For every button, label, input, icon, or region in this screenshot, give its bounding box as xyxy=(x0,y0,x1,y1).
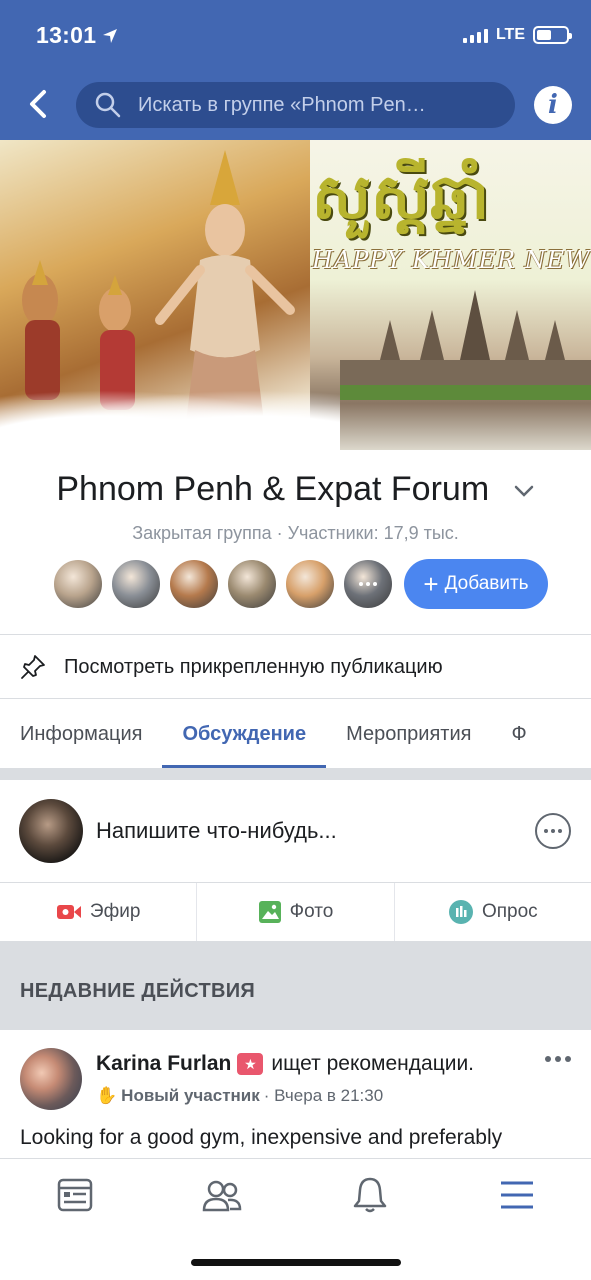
hamburger-menu-icon xyxy=(501,1181,533,1209)
avatar xyxy=(19,799,83,863)
avatar[interactable] xyxy=(52,558,104,610)
avatar[interactable] xyxy=(226,558,278,610)
status-bar: 13:01 LTE xyxy=(0,0,591,72)
location-arrow-icon xyxy=(103,28,118,43)
cover-title: សួស្តីឆ្នាំ xyxy=(312,160,490,233)
post-time[interactable]: · Вчера в 21:30 xyxy=(264,1086,383,1106)
info-button[interactable]: i xyxy=(534,86,572,124)
composer-placeholder: Напишите что-нибудь... xyxy=(96,818,337,843)
avatar[interactable] xyxy=(20,1048,82,1110)
wave-icon: ✋ xyxy=(96,1086,118,1105)
news-feed-tab[interactable] xyxy=(53,1173,97,1217)
pinned-post-link[interactable]: Посмотреть прикрепленную публикацию xyxy=(0,636,591,698)
search-icon xyxy=(95,92,121,118)
post-action: ищет рекомендации. xyxy=(271,1052,475,1075)
group-name[interactable]: Phnom Penh & Expat Forum xyxy=(0,470,591,509)
poll-icon xyxy=(448,900,473,924)
battery-icon xyxy=(533,26,572,44)
avatar[interactable] xyxy=(168,558,220,610)
plus-icon: + xyxy=(423,569,439,599)
photo-icon xyxy=(258,901,281,923)
poll-button[interactable]: Опрос xyxy=(395,883,591,941)
pin-icon xyxy=(21,655,45,679)
network-label: LTE xyxy=(495,26,525,43)
post-options-icon[interactable] xyxy=(545,1056,571,1062)
news-feed-icon xyxy=(57,1178,93,1212)
group-tabs: Информация Обсуждение Мероприятия Ф xyxy=(0,700,591,768)
notifications-tab[interactable] xyxy=(348,1173,392,1217)
search-input[interactable]: Искать в группе «Phnom Pen… xyxy=(76,82,515,128)
chevron-down-icon[interactable] xyxy=(513,484,535,498)
post-composer[interactable]: Напишите что-нибудь... xyxy=(0,780,591,882)
tab-info[interactable]: Информация xyxy=(0,700,162,768)
angkor-wat-illustration xyxy=(340,290,591,400)
cover-subtitle: HAPPY KHMER NEW Y xyxy=(312,246,591,274)
live-button[interactable]: Эфир xyxy=(0,883,198,941)
groups-tab[interactable] xyxy=(200,1173,244,1217)
groups-icon xyxy=(202,1180,242,1212)
avatar[interactable] xyxy=(284,558,336,610)
group-meta: Закрытая группа · Участники: 17,9 тыс. xyxy=(132,523,459,543)
tab-more[interactable]: Ф xyxy=(491,700,546,768)
more-members-avatar[interactable] xyxy=(342,558,394,610)
back-button[interactable] xyxy=(22,84,54,124)
status-indicators: LTE xyxy=(462,26,572,44)
info-icon: i xyxy=(548,90,558,120)
photo-button[interactable]: Фото xyxy=(197,883,395,941)
member-avatars[interactable]: + Добавить xyxy=(52,558,548,610)
recommendation-badge-icon: ★ xyxy=(237,1053,264,1075)
post-text: Looking for a good gym, inexpensive and … xyxy=(20,1126,503,1149)
tab-discussion[interactable]: Обсуждение xyxy=(162,700,326,768)
recent-activity-heading: НЕДАВНИЕ ДЕЙСТВИЯ xyxy=(0,952,591,1030)
video-camera-icon xyxy=(56,905,81,919)
status-time: 13:01 xyxy=(36,22,118,49)
add-member-button[interactable]: + Добавить xyxy=(404,559,548,609)
chevron-left-icon xyxy=(30,90,46,118)
signal-icon xyxy=(462,27,488,43)
composer-actions: Эфир Фото Опрос xyxy=(0,883,591,941)
more-options-icon[interactable] xyxy=(535,813,571,849)
top-bar: 13:01 LTE Искать в группе «Phnom Pen… i xyxy=(0,0,591,140)
post-author[interactable]: Karina Furlan xyxy=(96,1052,231,1076)
cover-photo[interactable]: សួស្តីឆ្នាំ HAPPY KHMER NEW Y xyxy=(0,140,591,450)
bell-icon xyxy=(353,1177,387,1213)
home-indicator xyxy=(191,1259,401,1266)
feed-post[interactable]: Karina Furlan ★ ищет рекомендации. ✋ Нов… xyxy=(0,1030,591,1160)
member-role: Новый участник xyxy=(121,1086,260,1105)
menu-tab[interactable] xyxy=(495,1173,539,1217)
avatar[interactable] xyxy=(110,558,162,610)
tab-events[interactable]: Мероприятия xyxy=(326,700,491,768)
search-placeholder: Искать в группе «Phnom Pen… xyxy=(138,93,426,116)
